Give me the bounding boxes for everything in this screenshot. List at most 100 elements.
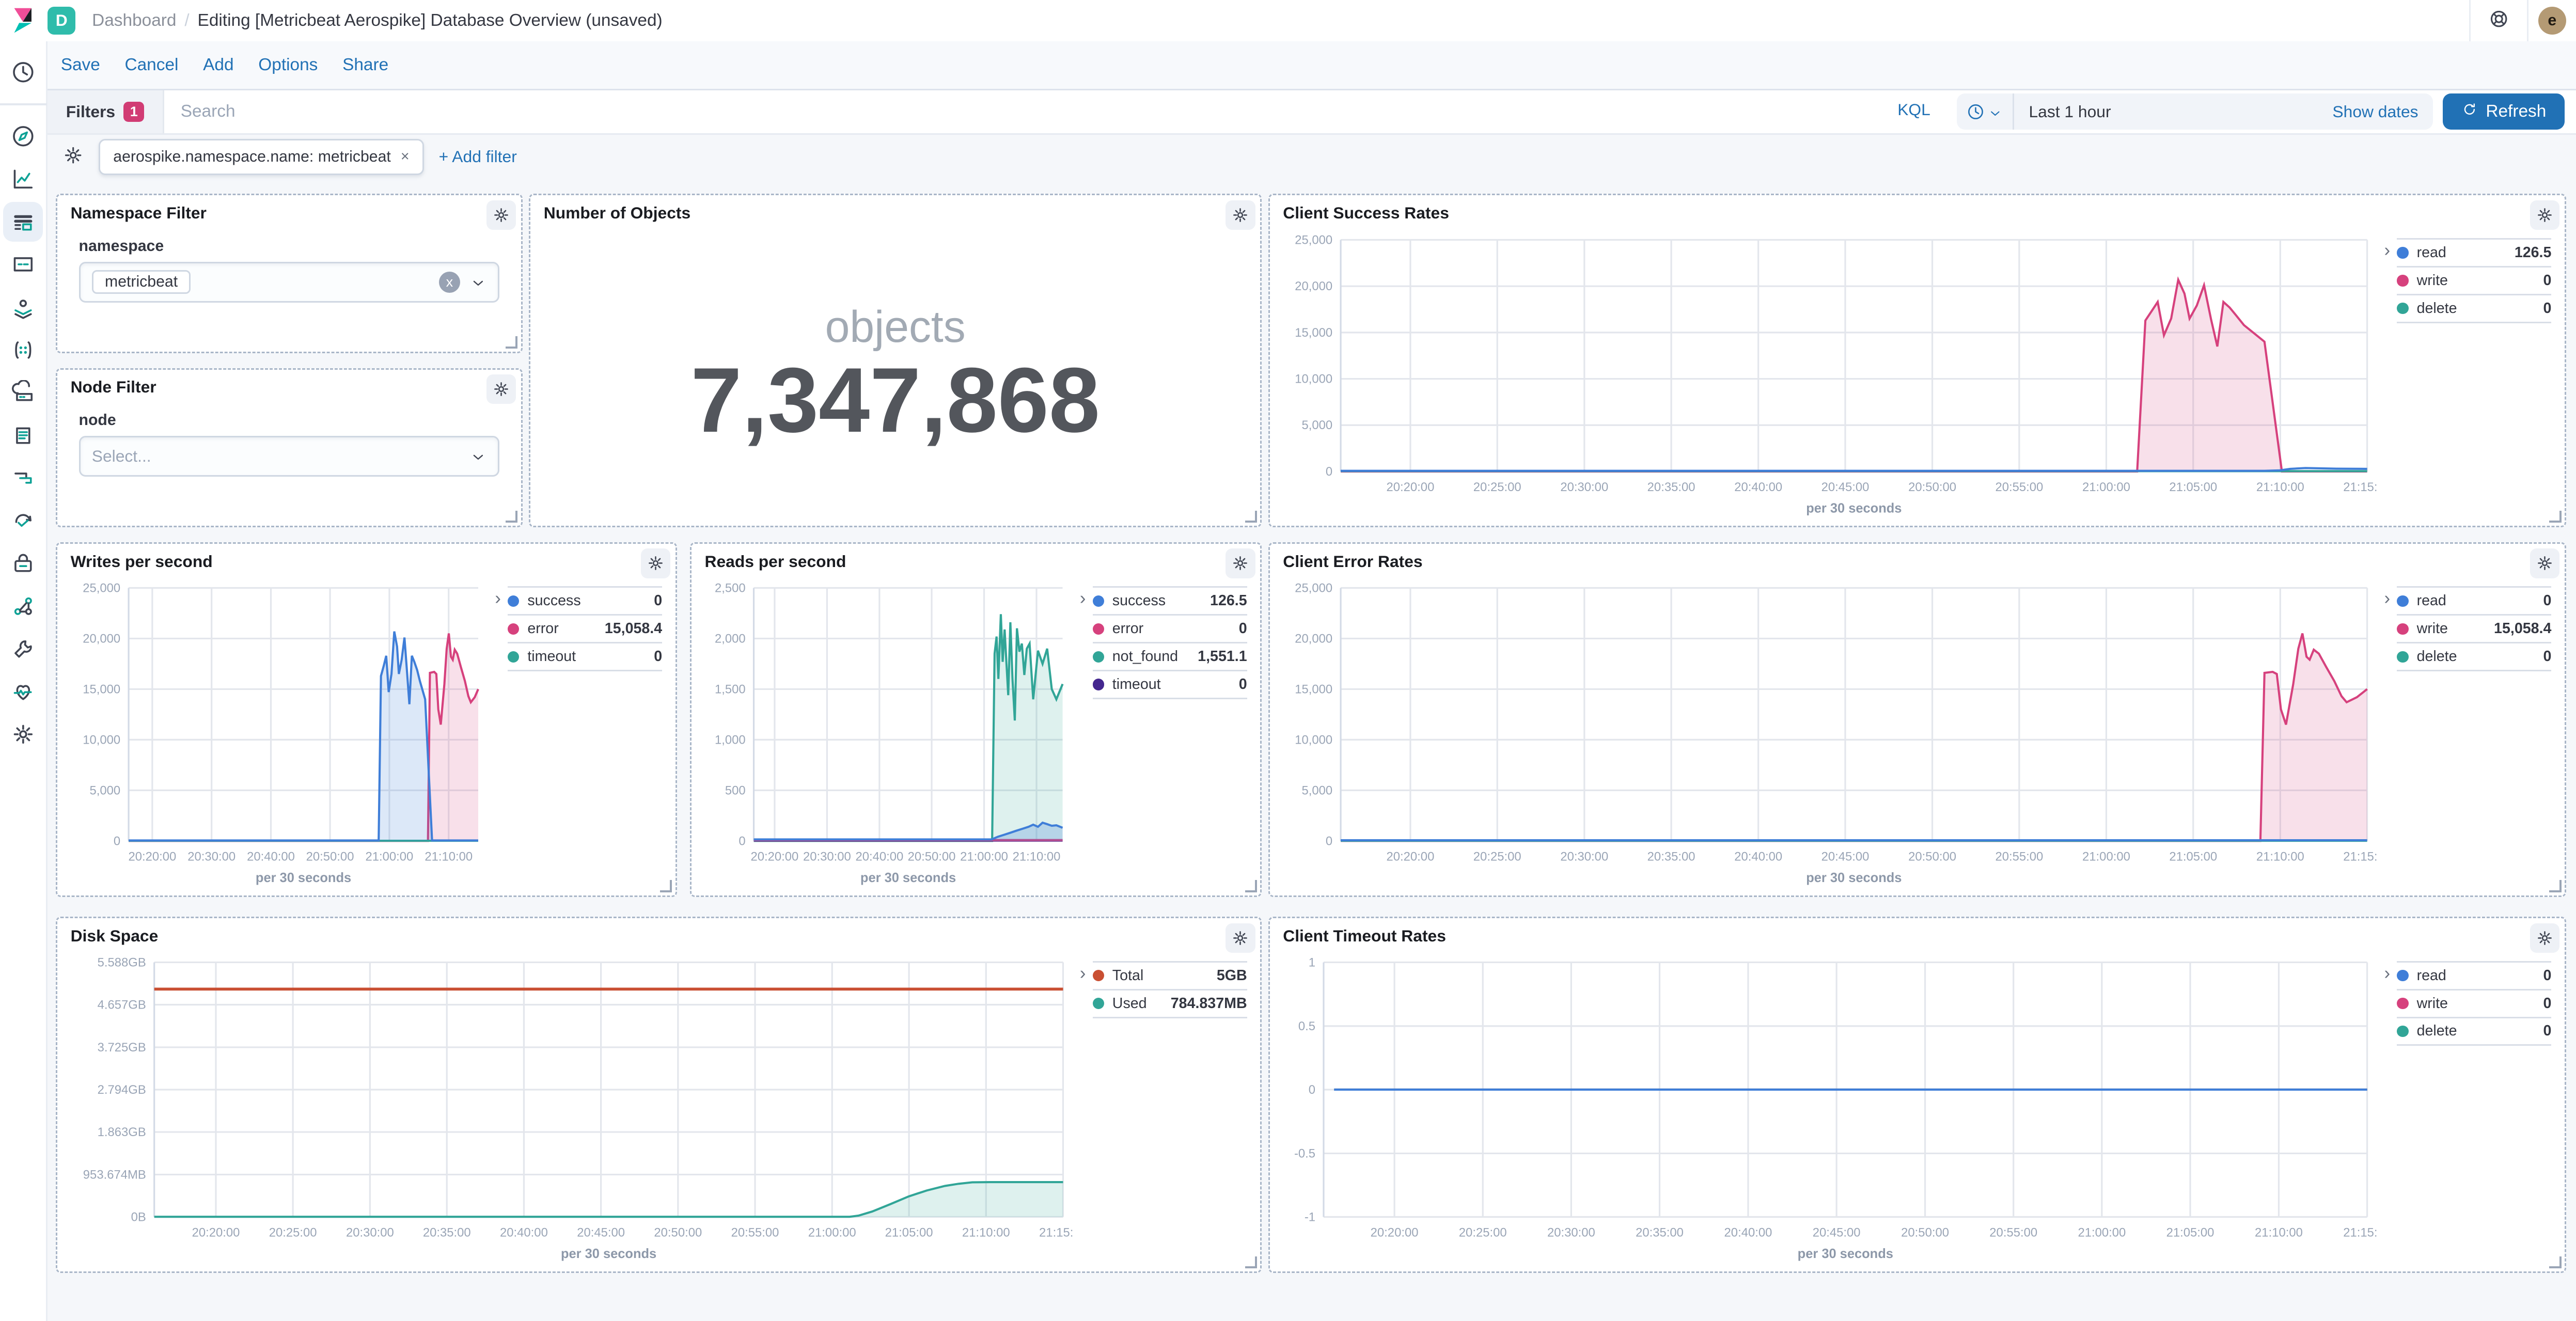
resize-handle[interactable] bbox=[1245, 1256, 1257, 1268]
legend-item-write[interactable]: write0 bbox=[2397, 266, 2551, 294]
elastic-logo[interactable] bbox=[0, 6, 48, 35]
legend-collapse-icon[interactable]: › bbox=[488, 586, 508, 890]
sidebar-item-management[interactable] bbox=[3, 715, 42, 754]
sidebar-item-discover[interactable] bbox=[3, 117, 42, 156]
legend-item-read[interactable]: read0 bbox=[2397, 961, 2551, 989]
sidebar-item-graph[interactable] bbox=[3, 587, 42, 626]
resize-handle[interactable] bbox=[2549, 511, 2561, 523]
legend-collapse-icon[interactable]: › bbox=[2377, 961, 2397, 1267]
namespace-selected-value[interactable]: metricbeat bbox=[92, 270, 191, 294]
panel-gear-button[interactable] bbox=[2530, 923, 2559, 953]
toolbar-save-button[interactable]: Save bbox=[61, 55, 100, 75]
panel-gear-button[interactable] bbox=[486, 200, 516, 230]
sidebar-item-machine-learning[interactable] bbox=[3, 330, 42, 369]
panel-gear-button[interactable] bbox=[2530, 200, 2559, 230]
legend-item-delete[interactable]: delete0 bbox=[2397, 1017, 2551, 1046]
legend-item-error[interactable]: error15,058.4 bbox=[508, 614, 662, 642]
legend-item-not_found[interactable]: not_found1,551.1 bbox=[1093, 642, 1247, 670]
legend-label: write bbox=[2417, 620, 2486, 637]
breadcrumb-dashboard[interactable]: Dashboard bbox=[92, 11, 176, 30]
sidebar-item-dashboard[interactable] bbox=[3, 202, 42, 241]
sidebar-item-uptime[interactable] bbox=[3, 501, 42, 540]
panel-gear-button[interactable] bbox=[1226, 923, 1255, 953]
filter-options-button[interactable] bbox=[62, 141, 84, 172]
sidebar-item-metrics[interactable] bbox=[3, 373, 42, 412]
chart-reads-per-second[interactable]: 05001,0001,5002,0002,50020:20:0020:30:00… bbox=[695, 575, 1073, 890]
filter-pill-text: aerospike.namespace.name: metricbeat bbox=[113, 148, 391, 166]
toolbar-cancel-button[interactable]: Cancel bbox=[125, 55, 179, 75]
legend-item-success[interactable]: success0 bbox=[508, 586, 662, 614]
filter-pill[interactable]: aerospike.namespace.name: metricbeat × bbox=[99, 139, 424, 175]
toolbar-add-button[interactable]: Add bbox=[203, 55, 233, 75]
panel-gear-button[interactable] bbox=[641, 548, 670, 578]
resize-handle[interactable] bbox=[506, 336, 517, 348]
legend-collapse-icon[interactable]: › bbox=[2377, 586, 2397, 890]
sidebar-item-maps[interactable] bbox=[3, 288, 42, 327]
resize-handle[interactable] bbox=[1245, 511, 1257, 523]
legend-item-read[interactable]: read126.5 bbox=[2397, 238, 2551, 266]
refresh-button[interactable]: Refresh bbox=[2443, 93, 2564, 130]
chevron-down-icon[interactable] bbox=[470, 441, 486, 471]
sidebar-item-visualize[interactable] bbox=[3, 160, 42, 199]
resize-handle[interactable] bbox=[2549, 1256, 2561, 1268]
chevron-down-icon[interactable] bbox=[470, 267, 486, 297]
search-input[interactable] bbox=[164, 90, 1947, 133]
legend-item-timeout[interactable]: timeout0 bbox=[508, 642, 662, 671]
legend-item-Total[interactable]: Total5GB bbox=[1093, 961, 1247, 989]
panel-gear-button[interactable] bbox=[486, 374, 516, 404]
clear-selection-icon[interactable]: x bbox=[439, 272, 460, 293]
chart-canvas[interactable]: 05,00010,00015,00020,00025,00020:20:0020… bbox=[61, 575, 488, 890]
toolbar-share-button[interactable]: Share bbox=[342, 55, 388, 75]
chart-canvas[interactable]: 0B953.674MB1.863GB2.794GB3.725GB4.657GB5… bbox=[61, 949, 1073, 1266]
time-range-value[interactable]: Last 1 hour bbox=[2014, 102, 2333, 121]
chart-canvas[interactable]: 05,00010,00015,00020,00025,00020:20:0020… bbox=[1273, 227, 2377, 521]
sidebar-item-canvas[interactable] bbox=[3, 245, 42, 284]
legend-item-read[interactable]: read0 bbox=[2397, 586, 2551, 614]
legend-item-error[interactable]: error0 bbox=[1093, 614, 1247, 642]
sidebar-item-siem[interactable] bbox=[3, 544, 42, 583]
chart-client-error-rates[interactable]: 05,00010,00015,00020,00025,00020:20:0020… bbox=[1273, 575, 2377, 890]
legend-item-delete[interactable]: delete0 bbox=[2397, 642, 2551, 671]
time-picker-quick-menu-button[interactable] bbox=[1957, 93, 2014, 130]
sidebar-item-dev-tools[interactable] bbox=[3, 629, 42, 668]
chart-client-timeout-rates[interactable]: -1-0.500.5120:20:0020:25:0020:30:0020:35… bbox=[1273, 949, 2377, 1266]
kql-button[interactable]: KQL bbox=[1897, 100, 1930, 119]
panel-gear-button[interactable] bbox=[2530, 548, 2559, 578]
sidebar-item-recent[interactable] bbox=[3, 53, 42, 92]
help-button[interactable] bbox=[2471, 5, 2526, 36]
filters-toggle-button[interactable]: Filters 1 bbox=[48, 90, 164, 133]
remove-filter-icon[interactable]: × bbox=[401, 148, 410, 165]
legend-item-success[interactable]: success126.5 bbox=[1093, 586, 1247, 614]
series-color-dot bbox=[2397, 303, 2408, 314]
svg-text:10,000: 10,000 bbox=[1295, 372, 1332, 386]
resize-handle[interactable] bbox=[660, 880, 672, 892]
namespace-combo-box[interactable]: metricbeat x bbox=[79, 262, 500, 303]
legend-item-timeout[interactable]: timeout0 bbox=[1093, 670, 1247, 699]
legend-item-write[interactable]: write15,058.4 bbox=[2397, 614, 2551, 642]
resize-handle[interactable] bbox=[2549, 880, 2561, 892]
legend-collapse-icon[interactable]: › bbox=[2377, 238, 2397, 521]
legend-collapse-icon[interactable]: › bbox=[1073, 961, 1092, 1267]
legend-item-Used[interactable]: Used784.837MB bbox=[1093, 989, 1247, 1018]
chart-disk-space[interactable]: 0B953.674MB1.863GB2.794GB3.725GB4.657GB5… bbox=[61, 949, 1073, 1266]
resize-handle[interactable] bbox=[506, 511, 517, 523]
legend-item-delete[interactable]: delete0 bbox=[2397, 294, 2551, 323]
resize-handle[interactable] bbox=[1245, 880, 1257, 892]
chart-client-success-rates[interactable]: 05,00010,00015,00020,00025,00020:20:0020… bbox=[1273, 227, 2377, 521]
show-dates-button[interactable]: Show dates bbox=[2332, 102, 2433, 121]
chart-writes-per-second[interactable]: 05,00010,00015,00020,00025,00020:20:0020… bbox=[61, 575, 488, 890]
node-select[interactable]: Select... bbox=[79, 436, 500, 477]
toolbar-options-button[interactable]: Options bbox=[258, 55, 318, 75]
legend-collapse-icon[interactable]: › bbox=[1073, 586, 1092, 890]
panel-gear-button[interactable] bbox=[1226, 548, 1255, 578]
sidebar-item-stack-monitoring[interactable] bbox=[3, 672, 42, 711]
sidebar-item-apm[interactable] bbox=[3, 458, 42, 497]
chart-canvas[interactable]: 05,00010,00015,00020,00025,00020:20:0020… bbox=[1273, 575, 2377, 890]
chart-canvas[interactable]: -1-0.500.5120:20:0020:25:0020:30:0020:35… bbox=[1273, 949, 2377, 1266]
legend-item-write[interactable]: write0 bbox=[2397, 989, 2551, 1017]
chart-canvas[interactable]: 05001,0001,5002,0002,50020:20:0020:30:00… bbox=[695, 575, 1073, 890]
dashboard-app-badge[interactable]: D bbox=[48, 7, 75, 35]
avatar[interactable]: e bbox=[2538, 7, 2566, 35]
add-filter-button[interactable]: + Add filter bbox=[439, 147, 517, 166]
sidebar-item-logs[interactable] bbox=[3, 416, 42, 455]
